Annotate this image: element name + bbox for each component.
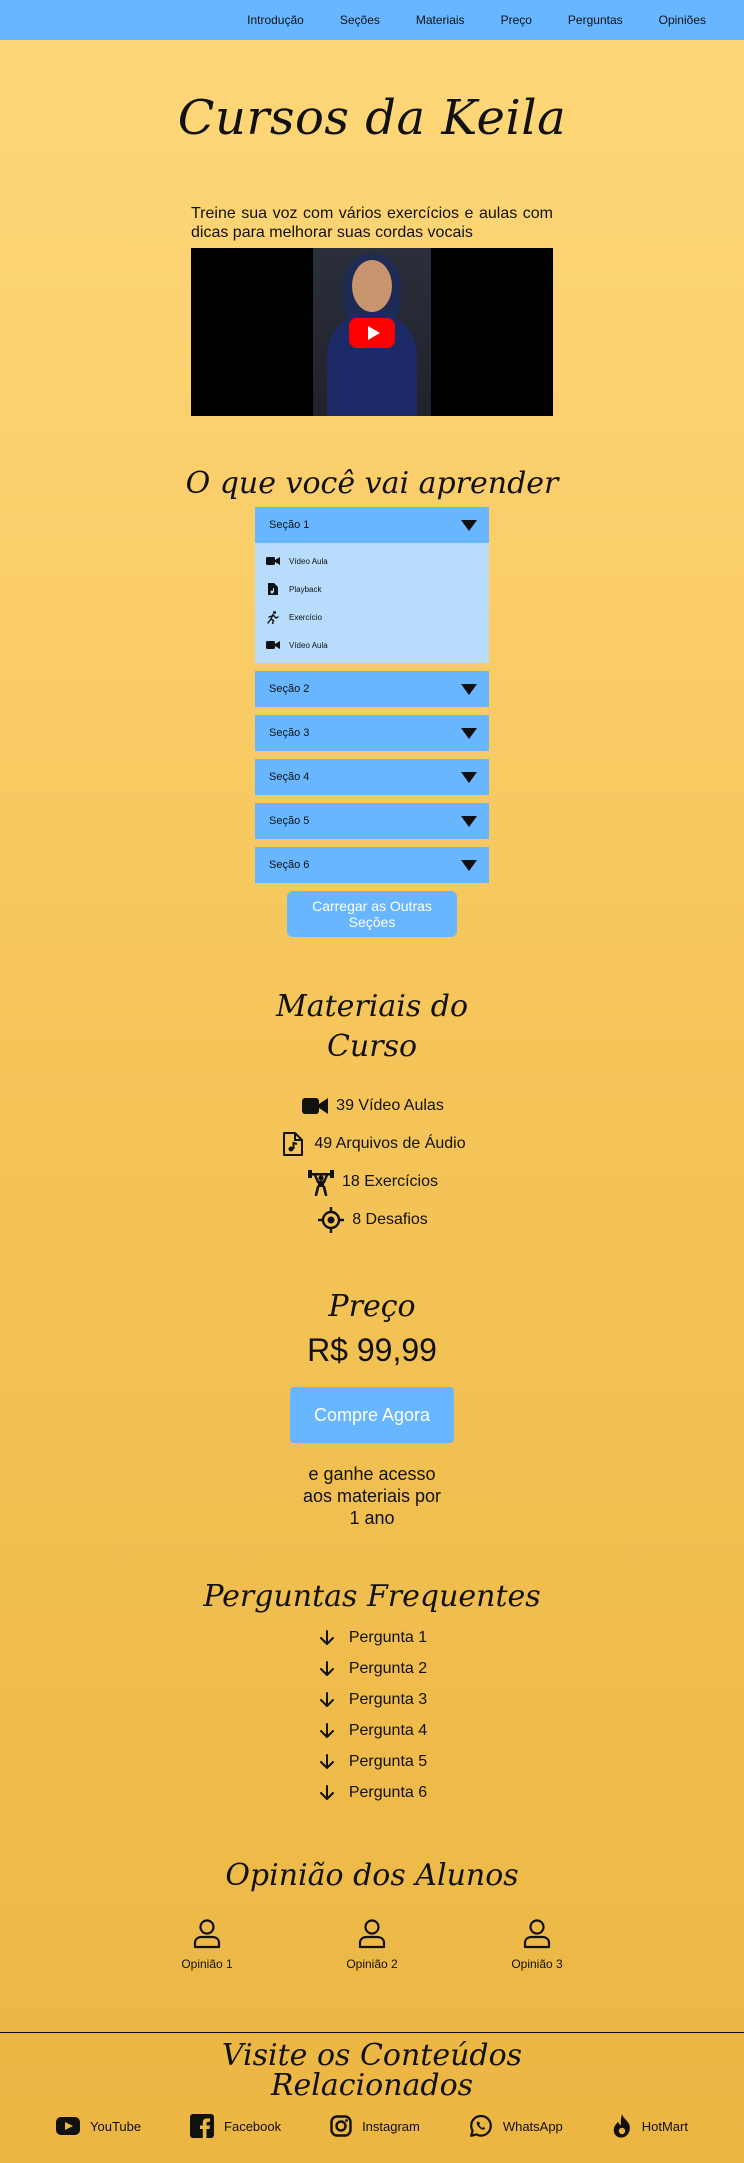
section-header-6[interactable]: Seção 6 (255, 847, 489, 883)
opinion-card[interactable]: Opinião 3 (467, 1919, 607, 1971)
nav-link-preco[interactable]: Preço (483, 13, 550, 27)
triangle-down-icon (461, 859, 477, 871)
target-icon (316, 1206, 346, 1234)
user-icon (358, 1919, 386, 1949)
faq-list: Pergunta 1 Pergunta 2 Pergunta 3 Pergunt… (0, 1622, 744, 1808)
material-item: 8 Desafios (0, 1201, 744, 1239)
opinion-card[interactable]: Opinião 1 (137, 1919, 277, 1971)
user-icon (523, 1919, 551, 1949)
faq-question-2[interactable]: Pergunta 2 (0, 1653, 744, 1684)
opinion-card[interactable]: Opinião 2 (302, 1919, 442, 1971)
nav-link-perguntas[interactable]: Perguntas (550, 13, 641, 27)
price-value: R$ 99,99 (307, 1332, 437, 1368)
audio-file-icon (278, 1130, 308, 1158)
faq-title: Perguntas Frequentes (203, 1579, 541, 1614)
triangle-down-icon (461, 683, 477, 695)
section-label: Seção 3 (269, 727, 310, 739)
material-item: 39 Vídeo Aulas (0, 1087, 744, 1125)
materials-title: Materiais do Curso (275, 989, 469, 1064)
opinions-row: Opinião 1 Opinião 2 Opinião 3 (137, 1919, 607, 1971)
section-label: Seção 6 (269, 859, 310, 871)
opinions-title: Opinião dos Alunos (225, 1858, 519, 1893)
audio-file-icon (265, 582, 281, 596)
arrow-down-icon (319, 1722, 334, 1738)
facebook-link[interactable]: Facebook (190, 2113, 281, 2139)
arrow-down-icon (319, 1660, 334, 1676)
page-title: Cursos da Keila (177, 90, 567, 146)
top-navigation: Introdução Seções Materiais Preço Pergun… (0, 0, 744, 40)
arrow-down-icon (319, 1691, 334, 1707)
materials-list: 39 Vídeo Aulas 49 Arquivos de Áudio 18 E… (0, 1087, 744, 1239)
faq-question-3[interactable]: Pergunta 3 (0, 1684, 744, 1715)
intro-text: Treine sua voz com vários exercícios e a… (191, 205, 553, 241)
buy-now-button[interactable]: Compre Agora (290, 1387, 454, 1443)
video-player[interactable] (191, 248, 553, 416)
lesson-item[interactable]: Vídeo Aula (265, 631, 481, 659)
youtube-icon (56, 2117, 80, 2135)
triangle-down-icon (461, 727, 477, 739)
arrow-down-icon (319, 1784, 334, 1800)
social-links: YouTube Facebook Instagram WhatsApp HotM… (0, 2113, 744, 2139)
material-item: 18 Exercícios (0, 1163, 744, 1201)
footer: Visite os Conteúdos Relacionados YouTube… (0, 2032, 744, 2163)
play-button-icon[interactable] (349, 318, 395, 348)
user-icon (193, 1919, 221, 1949)
video-camera-icon (265, 638, 281, 652)
triangle-down-icon (461, 519, 477, 531)
video-camera-icon (300, 1092, 330, 1120)
instagram-link[interactable]: Instagram (330, 2113, 420, 2139)
nav-link-secoes[interactable]: Seções (322, 13, 398, 27)
triangle-down-icon (461, 771, 477, 783)
running-person-icon (265, 610, 281, 624)
triangle-down-icon (461, 815, 477, 827)
footer-title: Visite os Conteúdos Relacionados (221, 2038, 523, 2103)
instagram-icon (330, 2115, 352, 2137)
material-item: 49 Arquivos de Áudio (0, 1125, 744, 1163)
whatsapp-icon (469, 2114, 492, 2137)
video-camera-icon (265, 554, 281, 568)
lesson-item[interactable]: Exercício (265, 603, 481, 631)
lesson-item[interactable]: Vídeo Aula (265, 547, 481, 575)
section-header-4[interactable]: Seção 4 (255, 759, 489, 795)
arrow-down-icon (319, 1629, 334, 1645)
sections-accordion: Seção 1 Vídeo Aula Playback Exercício Ví… (255, 507, 489, 883)
faq-question-6[interactable]: Pergunta 6 (0, 1777, 744, 1808)
youtube-link[interactable]: YouTube (56, 2113, 141, 2139)
weightlifting-icon (306, 1168, 336, 1196)
bonus-text: e ganhe acesso aos materiais por 1 ano (302, 1464, 442, 1528)
facebook-icon (190, 2114, 215, 2138)
faq-question-4[interactable]: Pergunta 4 (0, 1715, 744, 1746)
hotmart-link[interactable]: HotMart (612, 2113, 688, 2139)
nav-link-introducao[interactable]: Introdução (229, 13, 322, 27)
section-header-1[interactable]: Seção 1 (255, 507, 489, 543)
section-label: Seção 5 (269, 815, 310, 827)
price-title: Preço (328, 1289, 416, 1324)
nav-link-opinioes[interactable]: Opiniões (641, 13, 724, 27)
section-label: Seção 1 (269, 519, 310, 531)
whatsapp-link[interactable]: WhatsApp (469, 2113, 563, 2139)
learn-section-title: O que você vai aprender (185, 466, 559, 501)
faq-question-1[interactable]: Pergunta 1 (0, 1622, 744, 1653)
section-label: Seção 2 (269, 683, 310, 695)
section-header-2[interactable]: Seção 2 (255, 671, 489, 707)
lesson-item[interactable]: Playback (265, 575, 481, 603)
load-more-sections-button[interactable]: Carregar as Outras Seções (287, 891, 457, 937)
section-1-content: Vídeo Aula Playback Exercício Vídeo Aula (255, 543, 489, 663)
section-header-5[interactable]: Seção 5 (255, 803, 489, 839)
section-header-3[interactable]: Seção 3 (255, 715, 489, 751)
arrow-down-icon (319, 1753, 334, 1769)
hotmart-flame-icon (613, 2114, 630, 2138)
faq-question-5[interactable]: Pergunta 5 (0, 1746, 744, 1777)
nav-link-materiais[interactable]: Materiais (398, 13, 483, 27)
section-label: Seção 4 (269, 771, 310, 783)
